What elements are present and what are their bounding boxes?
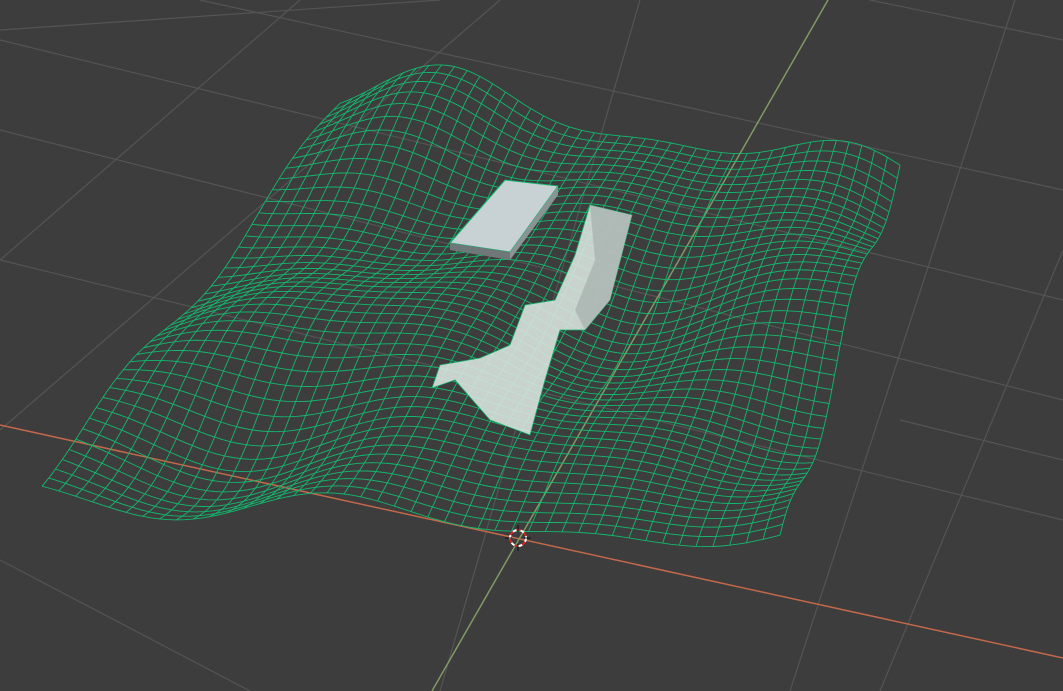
grid-line <box>879 249 1063 691</box>
mesh-edge-loop <box>226 76 481 514</box>
3d-viewport[interactable] <box>0 0 1063 691</box>
mesh-edge-loop <box>41 103 341 487</box>
mesh-edge-loop <box>55 468 786 528</box>
mesh-edge-loop <box>333 71 898 179</box>
mesh-edge-loop <box>58 97 354 492</box>
grid-line <box>899 419 1063 461</box>
grid-line <box>789 0 1016 691</box>
terrain-wireframe-mesh[interactable] <box>41 64 901 548</box>
grid-line <box>0 0 501 431</box>
mesh-edge-loop <box>312 103 890 213</box>
mesh-edge-loop <box>293 108 532 496</box>
viewport-scene[interactable] <box>0 0 1063 691</box>
grid-line <box>0 0 301 261</box>
grid-line <box>869 0 1063 41</box>
mesh-edge-loop <box>142 67 417 517</box>
mesh-edge-loop <box>108 78 392 508</box>
mesh-edge-loop <box>326 81 895 191</box>
mesh-edge-loop <box>251 223 865 269</box>
mesh-edge-loop <box>96 407 802 487</box>
mesh-edge-loop <box>116 377 811 470</box>
grid-line <box>0 559 251 691</box>
mesh-edge-loop <box>75 438 794 504</box>
mesh-edge-loop <box>326 121 557 494</box>
mesh-edge-loop <box>339 64 901 166</box>
mesh-edge-loop <box>611 150 774 536</box>
mesh-edge-loop <box>265 200 871 251</box>
mesh-edge-loop <box>272 186 873 248</box>
